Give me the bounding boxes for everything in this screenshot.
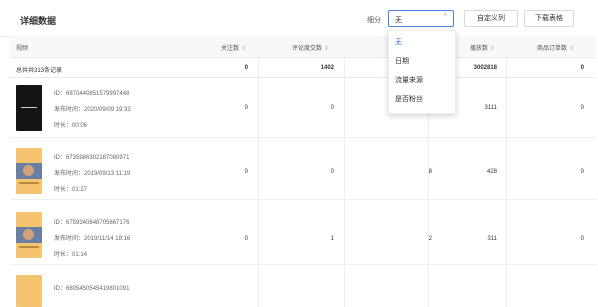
column-header-label: 关注数 <box>221 46 240 52</box>
toolbar: 详细数据 细分 无 ^ 自定义列 下载表格 <box>2 0 596 37</box>
video-duration: 时长：00:06 <box>54 123 88 129</box>
thumbnail-caption-line <box>19 182 39 184</box>
row-metric: 8 <box>428 169 432 175</box>
video-thumbnail[interactable] <box>16 148 42 194</box>
summary-label: 总共共313条记录 <box>16 68 63 74</box>
sort-icon[interactable]: ⇕ <box>569 46 574 52</box>
column-header-video: 视频 <box>16 46 29 52</box>
row-orders: 0 <box>580 105 584 111</box>
sort-icon[interactable]: ⇕ <box>241 46 246 52</box>
column-header-label: 评论度交数 <box>292 46 323 52</box>
thumbnail-caption-line <box>21 107 37 108</box>
video-publish-time: 发布时间：2019/09/13 11:19 <box>54 171 131 177</box>
video-id: ID：6759340848705667176 <box>54 220 130 226</box>
chevron-up-icon: ^ <box>443 13 447 20</box>
column-header-label: 商品订单数 <box>537 46 568 52</box>
video-id: ID：6805450545419801091 <box>54 286 130 292</box>
sort-icon[interactable]: ⇕ <box>324 46 329 52</box>
summary-comments: 1402 <box>320 65 334 71</box>
row-plays: 428 <box>486 169 497 175</box>
table-row: ID：6759340848705667176 发布时间：2019/11/14 1… <box>10 206 596 265</box>
table-row: ID：6870440851579997448 发布时间：2020/09/09 1… <box>10 79 596 138</box>
page-title: 详细数据 <box>20 16 57 26</box>
row-orders: 0 <box>580 236 584 242</box>
table-row: ID：6735986302187080971 发布时间：2019/09/13 1… <box>10 141 596 200</box>
split-dropdown-menu: 无 日期 流量来源 是否粉丝 <box>388 30 456 114</box>
video-thumbnail[interactable] <box>16 275 42 307</box>
split-select-value: 无 <box>395 17 402 24</box>
row-orders: 0 <box>580 169 584 175</box>
summary-row: 总共共313条记录 0 1402 3002818 0 <box>10 58 596 78</box>
row-comments: 1 <box>330 236 334 242</box>
detail-data-panel: 详细数据 细分 无 ^ 自定义列 下载表格 视频 关注数 ⇕ 评论度交数 ⇕ 播放数… <box>2 0 596 307</box>
video-id: ID：6735986302187080971 <box>54 155 130 161</box>
table-header: 视频 关注数 ⇕ 评论度交数 ⇕ 播放数 ⇕ 商品订单数 ⇕ <box>10 36 596 58</box>
column-header-comments[interactable]: 评论度交数 ⇕ <box>292 43 329 52</box>
video-duration: 时长：01:14 <box>54 252 88 258</box>
split-label: 细分 <box>367 17 381 24</box>
video-thumbnail[interactable] <box>16 85 42 131</box>
thumbnail-figure <box>23 165 34 176</box>
sort-icon[interactable]: ⇕ <box>490 46 495 52</box>
split-select[interactable]: 无 ^ <box>388 10 454 27</box>
row-follows: 0 <box>244 105 248 111</box>
dropdown-option-date[interactable]: 日期 <box>395 56 409 66</box>
column-header-plays[interactable]: 播放数 ⇕ <box>470 43 495 52</box>
video-thumbnail[interactable] <box>16 212 42 258</box>
summary-orders: 0 <box>580 65 584 71</box>
column-header-orders[interactable]: 商品订单数 ⇕ <box>537 43 574 52</box>
summary-follows: 0 <box>244 65 248 71</box>
summary-plays: 3002818 <box>473 65 497 71</box>
row-follows: 0 <box>244 236 248 242</box>
video-duration: 时长：01:27 <box>54 187 88 193</box>
video-publish-time: 发布时间：2019/11/14 18:16 <box>54 236 131 242</box>
custom-columns-button[interactable]: 自定义列 <box>464 10 518 27</box>
row-metric: 2 <box>428 236 432 242</box>
dropdown-option-traffic-source[interactable]: 流量来源 <box>395 75 423 85</box>
row-comments: 0 <box>330 105 334 111</box>
column-header-label: 播放数 <box>470 46 489 52</box>
download-table-button[interactable]: 下载表格 <box>524 10 574 27</box>
row-follows: 0 <box>244 169 248 175</box>
row-comments: 0 <box>330 169 334 175</box>
video-publish-time: 发布时间：2020/09/09 19:33 <box>54 107 131 113</box>
dropdown-option-is-fan[interactable]: 是否粉丝 <box>395 94 423 104</box>
thumbnail-caption-line <box>19 246 39 248</box>
row-plays: 311 <box>487 236 497 242</box>
thumbnail-figure <box>23 229 34 240</box>
column-header-follows[interactable]: 关注数 ⇕ <box>221 43 246 52</box>
dropdown-option-none[interactable]: 无 <box>395 37 402 47</box>
video-id: ID：6870440851579997448 <box>54 91 130 97</box>
table-row: ID：6805450545419801091 <box>10 271 596 307</box>
row-plays: 3111 <box>484 105 497 111</box>
